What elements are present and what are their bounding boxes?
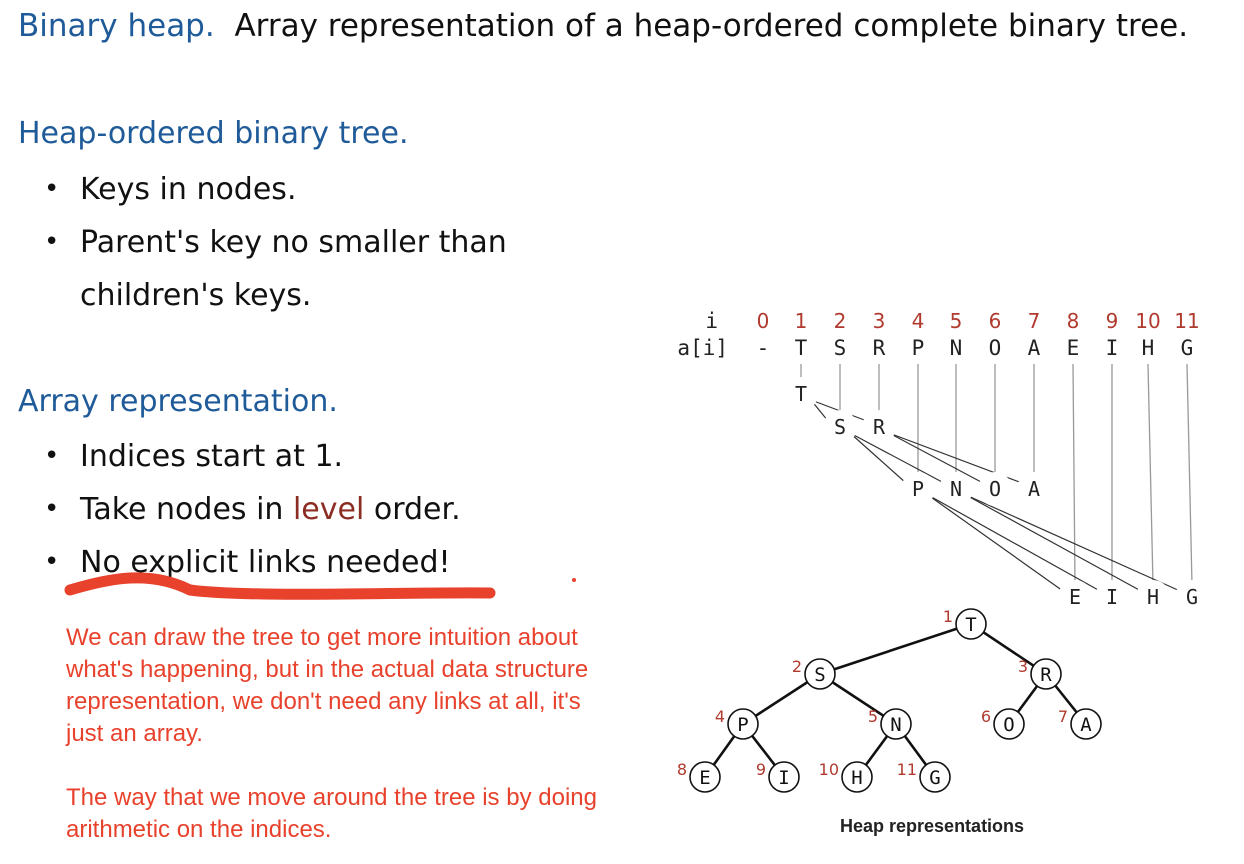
array-value-1: T — [795, 336, 808, 360]
upper-link-3-6 — [888, 432, 984, 484]
array-index-1: 1 — [795, 309, 808, 333]
array-value-8: E — [1067, 336, 1080, 360]
drop-line-8 — [1072, 363, 1076, 586]
upper-node-label-11: G — [1186, 585, 1198, 609]
tree-node-label-1: T — [965, 614, 976, 636]
upper-link-4-8 — [927, 494, 1064, 592]
upper-node-label-3: R — [873, 415, 886, 439]
red-underline — [64, 572, 496, 600]
array-index-4: 4 — [912, 309, 925, 333]
tree-node-index-3: 3 — [1018, 657, 1028, 676]
array-value-6: O — [989, 336, 1002, 360]
upper-node-label-1: T — [795, 382, 807, 406]
upper-node-label-10: H — [1147, 585, 1159, 609]
array-value-10: H — [1142, 336, 1155, 360]
value-row-label: a[i] — [677, 336, 728, 360]
tree-node-index-4: 4 — [715, 707, 725, 726]
array-value-4: P — [912, 336, 925, 360]
upper-node-label-6: O — [989, 477, 1001, 501]
tree-node-index-9: 9 — [756, 760, 766, 779]
array-value-3: R — [873, 336, 886, 360]
tree-node-index-6: 6 — [981, 707, 991, 726]
index-row-label: i — [705, 309, 718, 333]
tree-node-index-5: 5 — [868, 707, 878, 726]
tree-node-label-6: O — [1003, 714, 1014, 736]
tree-node-label-2: S — [814, 664, 825, 686]
array-value-7: A — [1028, 336, 1041, 360]
upper-node-label-5: N — [950, 477, 962, 501]
upper-link-5-10 — [965, 494, 1142, 592]
tree-node-index-7: 7 — [1058, 707, 1068, 726]
array-index-2: 2 — [834, 309, 847, 333]
upper-node-label-8: E — [1069, 585, 1081, 609]
tree-node-label-3: R — [1040, 664, 1052, 686]
tree-node-label-5: N — [890, 714, 901, 736]
array-value-2: S — [834, 336, 847, 360]
array-value-9: I — [1106, 336, 1119, 360]
upper-node-label-4: P — [912, 477, 924, 501]
tree-node-label-7: A — [1080, 714, 1092, 736]
tree-node-index-10: 10 — [819, 760, 839, 779]
tree-node-label-8: E — [699, 767, 710, 789]
upper-node-label-7: A — [1028, 477, 1040, 501]
red-dot — [572, 578, 576, 582]
array-index-9: 9 — [1106, 309, 1119, 333]
array-index-5: 5 — [950, 309, 963, 333]
tree-node-label-11: G — [929, 767, 940, 789]
array-index-10: 10 — [1135, 309, 1160, 333]
upper-node-label-9: I — [1106, 585, 1118, 609]
drop-line-11 — [1186, 363, 1193, 586]
array-value-11: G — [1181, 336, 1194, 360]
tree-node-index-11: 11 — [897, 760, 917, 779]
tree-node-label-4: P — [737, 714, 748, 736]
array-index-8: 8 — [1067, 309, 1080, 333]
array-index-3: 3 — [873, 309, 886, 333]
tree-node-index-8: 8 — [677, 760, 687, 779]
array-value-5: N — [950, 336, 963, 360]
tree-node-label-10: H — [851, 767, 862, 789]
array-index-7: 7 — [1028, 309, 1041, 333]
array-index-0: 0 — [757, 309, 770, 333]
upper-node-label-2: S — [834, 415, 846, 439]
array-value-0: - — [757, 336, 770, 360]
tree-node-index-2: 2 — [792, 657, 802, 676]
heap-diagram: TS RP N O AE I H GT1S2 R3P4 N5 O6 A7E8 I9 H10 G11 ia[i… — [64, 309, 1209, 793]
array-index-6: 6 — [989, 309, 1002, 333]
tree-edge-1-2 — [819, 622, 972, 676]
drop-line-10 — [1147, 363, 1154, 586]
array-index-11: 11 — [1174, 309, 1199, 333]
tree-node-index-1: 1 — [943, 607, 953, 626]
tree-node-label-9: I — [778, 767, 789, 789]
